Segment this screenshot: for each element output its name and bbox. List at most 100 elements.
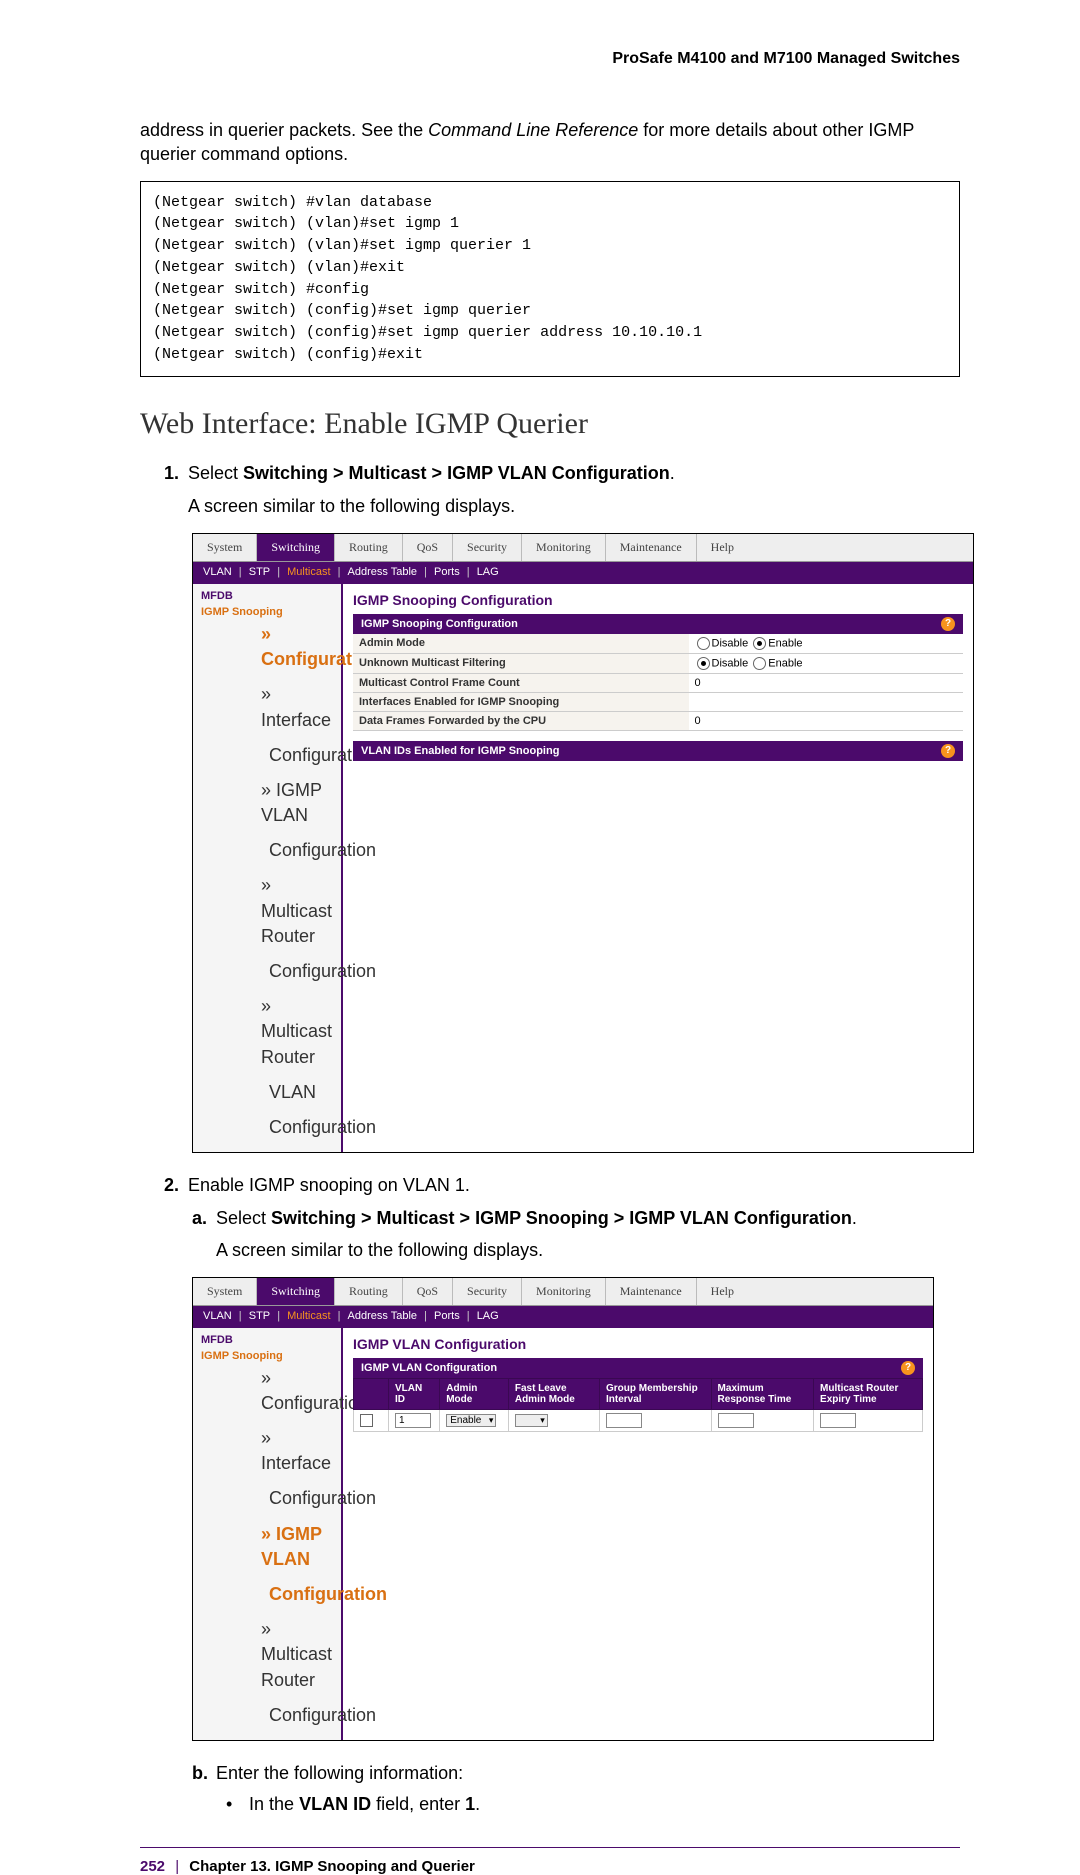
side-mrouter2: Configuration xyxy=(245,1701,341,1730)
side-mfdb[interactable]: MFDB xyxy=(193,1332,341,1348)
side-interface-cfg[interactable]: » Interface xyxy=(245,1424,341,1478)
subtab-ports[interactable]: Ports xyxy=(434,566,460,578)
sub-tabs: VLAN | STP | Multicast | Address Table |… xyxy=(193,562,973,584)
subtab-vlan[interactable]: VLAN xyxy=(203,566,232,578)
subtab-lag[interactable]: LAG xyxy=(477,566,499,578)
intro-italic: Command Line Reference xyxy=(428,120,638,140)
admin-enable-radio[interactable] xyxy=(753,637,766,650)
substep-a-text-c: . xyxy=(852,1208,857,1228)
tab-switching[interactable]: Switching xyxy=(257,534,335,561)
substep-a-path: Switching > Multicast > IGMP Snooping > … xyxy=(271,1208,852,1228)
tab-maintenance[interactable]: Maintenance xyxy=(606,534,697,561)
step-1-text-c: . xyxy=(670,463,675,483)
side-mrouter-vlan-label: Multicast Router xyxy=(261,1021,332,1066)
tab-monitoring[interactable]: Monitoring xyxy=(522,1278,606,1305)
side-interface-label: Interface xyxy=(261,1453,331,1473)
subtab-ports[interactable]: Ports xyxy=(434,1310,460,1322)
row-admin-mode-label: Admin Mode xyxy=(353,634,689,654)
side-configuration[interactable]: » Configuration xyxy=(245,1364,341,1418)
tab-system[interactable]: System xyxy=(193,534,257,561)
section-title-3: IGMP VLAN Configuration xyxy=(361,1362,497,1374)
subtab-lag[interactable]: LAG xyxy=(477,1310,499,1322)
side-interface-cfg[interactable]: » Interface xyxy=(245,680,341,734)
subtab-addresstable[interactable]: Address Table xyxy=(348,1310,418,1322)
tab-security[interactable]: Security xyxy=(453,534,522,561)
tab-security[interactable]: Security xyxy=(453,1278,522,1305)
side-mrouter2: Configuration xyxy=(245,957,341,986)
subtab-stp[interactable]: STP xyxy=(249,1310,270,1322)
tab-maintenance[interactable]: Maintenance xyxy=(606,1278,697,1305)
substep-a-subtext: A screen similar to the following displa… xyxy=(216,1238,960,1263)
admin-disable-radio[interactable] xyxy=(697,637,710,650)
help-icon[interactable]: ? xyxy=(941,744,955,758)
step-1-text-a: Select xyxy=(188,463,243,483)
tab-help[interactable]: Help xyxy=(697,534,748,561)
table-row: 1 Enable xyxy=(354,1409,923,1431)
tab-routing[interactable]: Routing xyxy=(335,1278,403,1305)
tab-help[interactable]: Help xyxy=(697,1278,748,1305)
substep-a-letter: a. xyxy=(192,1206,216,1231)
tab-routing[interactable]: Routing xyxy=(335,534,403,561)
tab-monitoring[interactable]: Monitoring xyxy=(522,534,606,561)
section-title-1: IGMP Snooping Configuration xyxy=(361,618,518,630)
bullet-1-b: VLAN ID xyxy=(299,1794,371,1814)
tab-switching[interactable]: Switching xyxy=(257,1278,335,1305)
vlanid-input[interactable]: 1 xyxy=(395,1413,431,1428)
sidebar-2: MFDB IGMP Snooping » Configuration » Int… xyxy=(193,1328,343,1740)
sub-tabs-2: VLAN | STP | Multicast | Address Table |… xyxy=(193,1306,933,1328)
section-bar-2: VLAN IDs Enabled for IGMP Snooping ? xyxy=(353,741,963,761)
expiry-time-input[interactable] xyxy=(820,1413,856,1428)
tab-qos[interactable]: QoS xyxy=(403,1278,453,1305)
section-bar-3: IGMP VLAN Configuration ? xyxy=(353,1358,923,1378)
side-igmp-vlan[interactable]: » IGMP VLAN xyxy=(245,1520,341,1574)
row-umf-value: Disable Enable xyxy=(689,653,964,673)
th-admin: Admin Mode xyxy=(440,1378,509,1409)
side-igmp-vlan[interactable]: » IGMP VLAN xyxy=(245,776,341,830)
side-mfdb[interactable]: MFDB xyxy=(193,588,341,604)
row-checkbox[interactable] xyxy=(360,1414,373,1427)
fast-leave-select[interactable] xyxy=(515,1414,548,1427)
side-interface-cfg2: Configuration xyxy=(245,1484,341,1513)
substep-b: b.Enter the following information: xyxy=(192,1761,960,1786)
subtab-multicast[interactable]: Multicast xyxy=(287,566,330,578)
side-mrouter-label: Multicast Router xyxy=(261,901,332,946)
side-igmp-vlan-label: IGMP VLAN xyxy=(261,1524,322,1569)
subtab-vlan[interactable]: VLAN xyxy=(203,1310,232,1322)
main-panel-1: IGMP Snooping Configuration IGMP Snoopin… xyxy=(343,584,973,1152)
max-response-input[interactable] xyxy=(718,1413,754,1428)
subtab-addresstable[interactable]: Address Table xyxy=(348,566,418,578)
th-group: Group Membership Interval xyxy=(600,1378,712,1409)
help-icon[interactable]: ? xyxy=(941,617,955,631)
umf-disable-radio[interactable] xyxy=(697,657,710,670)
side-igmp-snooping[interactable]: IGMP Snooping xyxy=(193,604,341,620)
side-igmp-vlan2: Configuration xyxy=(245,836,341,865)
tab-qos[interactable]: QoS xyxy=(403,534,453,561)
panel-title-1: IGMP Snooping Configuration xyxy=(353,592,963,608)
substep-b-text: Enter the following information: xyxy=(216,1763,463,1783)
step-2-text: Enable IGMP snooping on VLAN 1. xyxy=(188,1175,470,1195)
step-1-number: 1. xyxy=(164,461,188,486)
subtab-stp[interactable]: STP xyxy=(249,566,270,578)
sidebar: MFDB IGMP Snooping » Configuration » Int… xyxy=(193,584,343,1152)
side-configuration[interactable]: » Configuration xyxy=(245,620,341,674)
step-1-path: Switching > Multicast > IGMP VLAN Config… xyxy=(243,463,670,483)
section-bar-1: IGMP Snooping Configuration ? xyxy=(353,614,963,634)
group-interval-input[interactable] xyxy=(606,1413,642,1428)
subtab-multicast[interactable]: Multicast xyxy=(287,1310,330,1322)
row-ies-label: Interfaces Enabled for IGMP Snooping xyxy=(353,692,689,711)
umf-enable-radio[interactable] xyxy=(753,657,766,670)
side-igmp-snooping[interactable]: IGMP Snooping xyxy=(193,1348,341,1364)
th-fast: Fast Leave Admin Mode xyxy=(508,1378,599,1409)
page-header: ProSafe M4100 and M7100 Managed Switches xyxy=(140,50,960,68)
side-mrouter[interactable]: » Multicast Router xyxy=(245,1615,341,1695)
help-icon[interactable]: ? xyxy=(901,1361,915,1375)
admin-mode-select[interactable]: Enable xyxy=(446,1414,496,1427)
config-table-1: Admin Mode Disable Enable Unknown Multic… xyxy=(353,634,963,731)
side-mrouter-vlan[interactable]: » Multicast Router xyxy=(245,992,341,1072)
tab-system[interactable]: System xyxy=(193,1278,257,1305)
row-mcfc-value: 0 xyxy=(689,673,964,692)
side-interface-label: Interface xyxy=(261,710,331,730)
side-mrouter[interactable]: » Multicast Router xyxy=(245,871,341,951)
screenshot-1: System Switching Routing QoS Security Mo… xyxy=(192,533,974,1153)
panel-title-2: IGMP VLAN Configuration xyxy=(353,1336,923,1352)
